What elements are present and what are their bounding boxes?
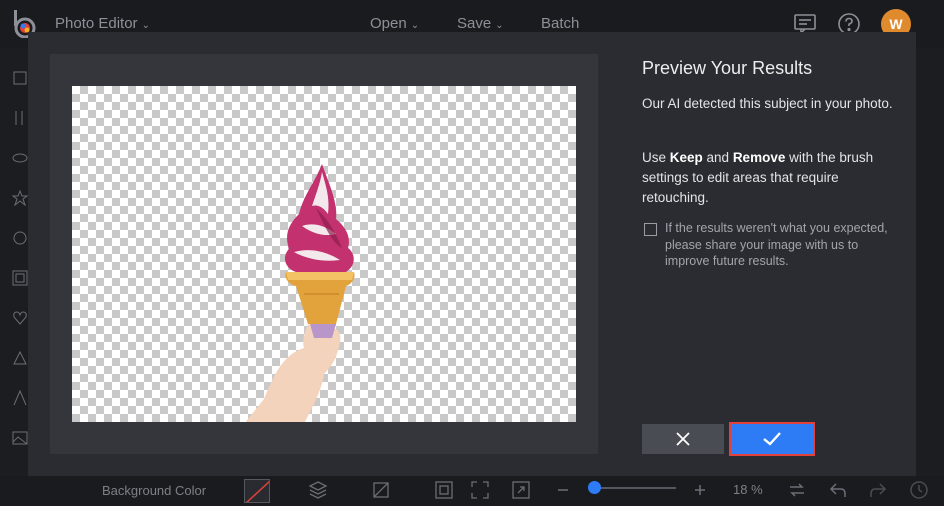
zoom-slider-track[interactable] bbox=[590, 487, 676, 489]
share-feedback-checkbox[interactable] bbox=[644, 223, 657, 236]
avatar-initial: W bbox=[889, 16, 903, 32]
menu-batch[interactable]: Batch bbox=[541, 15, 579, 32]
zoom-slider-handle[interactable] bbox=[588, 481, 601, 494]
preview-sidebar: Preview Your Results Our AI detected thi… bbox=[620, 32, 916, 476]
background-color-label: Background Color bbox=[102, 483, 207, 498]
app-title-dropdown[interactable]: Photo Editor ⌄ bbox=[55, 15, 150, 32]
star-icon[interactable] bbox=[12, 190, 28, 206]
check-icon bbox=[763, 432, 781, 446]
layers-icon[interactable] bbox=[12, 70, 28, 86]
crop-icon[interactable] bbox=[371, 480, 391, 500]
keep-keyword: Keep bbox=[669, 150, 703, 165]
close-icon bbox=[676, 432, 690, 446]
layers-stack-icon[interactable] bbox=[308, 480, 328, 500]
history-icon[interactable] bbox=[909, 480, 929, 500]
menu-open[interactable]: Open ⌄ bbox=[370, 15, 419, 32]
retouch-instructions: Use Keep and Remove with the brush setti… bbox=[642, 148, 902, 208]
confirm-button[interactable] bbox=[729, 422, 815, 456]
expand-icon[interactable] bbox=[511, 480, 531, 500]
menu-save-label: Save bbox=[457, 15, 492, 32]
background-color-swatch[interactable] bbox=[244, 479, 270, 503]
modal-title: Preview Your Results bbox=[642, 58, 813, 78]
zoom-out-icon[interactable] bbox=[553, 480, 573, 500]
instruction-prefix: Use bbox=[642, 150, 670, 165]
app-title: Photo Editor bbox=[55, 15, 138, 32]
instruction-mid: and bbox=[702, 150, 733, 165]
fit-icon[interactable] bbox=[434, 480, 454, 500]
text-icon[interactable] bbox=[12, 390, 28, 406]
frame-icon[interactable] bbox=[12, 270, 28, 286]
heart-icon[interactable] bbox=[12, 310, 28, 326]
remove-keyword: Remove bbox=[732, 150, 786, 165]
ai-detected-text: Our AI detected this subject in your pho… bbox=[642, 96, 893, 111]
fullscreen-icon[interactable] bbox=[470, 480, 490, 500]
no-color-icon bbox=[246, 480, 269, 502]
menu-batch-label: Batch bbox=[541, 15, 580, 32]
chevron-down-icon: ⌄ bbox=[495, 20, 504, 31]
share-feedback-label[interactable]: If the results weren't what you expected… bbox=[665, 220, 901, 270]
zoom-level: 18 % bbox=[733, 482, 763, 497]
preview-pane bbox=[50, 54, 598, 454]
image-icon[interactable] bbox=[12, 430, 28, 446]
undo-icon[interactable] bbox=[828, 480, 848, 500]
compare-icon[interactable] bbox=[787, 480, 807, 500]
redo-icon[interactable] bbox=[868, 480, 888, 500]
adjust-icon[interactable] bbox=[12, 110, 28, 126]
chevron-down-icon: ⌄ bbox=[410, 20, 420, 31]
left-tool-rail bbox=[0, 48, 28, 506]
effects-icon[interactable] bbox=[12, 230, 28, 246]
eye-icon[interactable] bbox=[12, 150, 28, 166]
menu-save[interactable]: Save ⌄ bbox=[457, 15, 504, 32]
shape-icon[interactable] bbox=[12, 350, 28, 366]
cancel-button[interactable] bbox=[642, 424, 724, 454]
menu-open-label: Open bbox=[370, 15, 407, 32]
preview-results-modal: Preview Your Results Our AI detected thi… bbox=[28, 32, 916, 476]
chevron-down-icon: ⌄ bbox=[141, 20, 150, 31]
zoom-in-icon[interactable] bbox=[690, 480, 710, 500]
cutout-subject-image bbox=[245, 164, 355, 422]
transparent-canvas bbox=[72, 86, 576, 422]
right-panel-strip bbox=[916, 48, 944, 478]
